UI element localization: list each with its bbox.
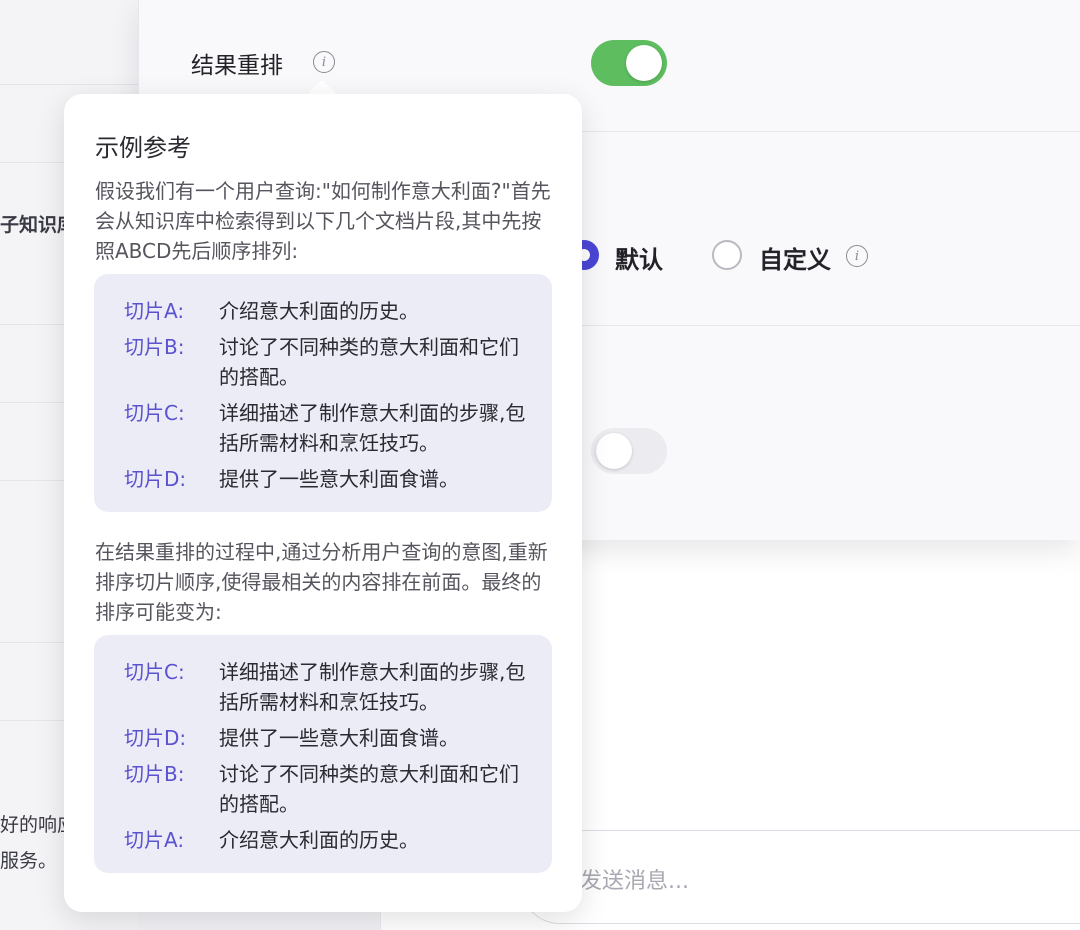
info-icon[interactable]: i [313, 51, 335, 73]
radio-custom[interactable] [712, 240, 742, 270]
secondary-toggle[interactable] [591, 428, 667, 474]
popover-intro: 假设我们有一个用户查询:"如何制作意大利面?"首先会从知识库中检索得到以下几个文… [95, 179, 551, 263]
toggle-knob [596, 433, 632, 469]
chunk-item: 切片C: 详细描述了制作意大利面的步骤,包括所需材料和烹饪技巧。 [124, 657, 532, 717]
chunk-item: 切片A: 介绍意大利面的历史。 [124, 296, 532, 326]
reranked-order-box: 切片C: 详细描述了制作意大利面的步骤,包括所需材料和烹饪技巧。 切片D: 提供… [94, 635, 552, 873]
info-icon[interactable]: i [846, 245, 868, 267]
chunk-label: 切片A: [124, 828, 185, 852]
chunk-label: 切片B: [124, 762, 185, 786]
chunk-text: 详细描述了制作意大利面的步骤,包括所需材料和烹饪技巧。 [219, 401, 526, 455]
divider [0, 84, 138, 85]
chunk-label: 切片C: [124, 660, 185, 684]
chunk-text: 介绍意大利面的历史。 [219, 828, 419, 852]
sidebar-fragment: 服务。 [0, 850, 58, 872]
chunk-text: 提供了一些意大利面食谱。 [219, 726, 459, 750]
chat-input-placeholder: 发送消息... [580, 869, 689, 894]
chunk-item: 切片D: 提供了一些意大利面食谱。 [124, 464, 532, 494]
chunk-text: 介绍意大利面的历史。 [219, 299, 419, 323]
chunk-label: 切片A: [124, 299, 185, 323]
chunk-item: 切片B: 讨论了不同种类的意大利面和它们的搭配。 [124, 759, 532, 819]
toggle-knob [626, 45, 662, 81]
chunk-label: 切片D: [124, 467, 187, 491]
radio-default-label[interactable]: 默认 [615, 240, 663, 275]
chunk-text: 讨论了不同种类的意大利面和它们的搭配。 [219, 762, 519, 816]
chunk-item: 切片B: 讨论了不同种类的意大利面和它们的搭配。 [124, 332, 532, 392]
chunk-item: 切片C: 详细描述了制作意大利面的步骤,包括所需材料和烹饪技巧。 [124, 398, 532, 458]
chunk-label: 切片D: [124, 726, 187, 750]
rerank-example-popover: 示例参考 假设我们有一个用户查询:"如何制作意大利面?"首先会从知识库中检索得到… [64, 94, 582, 912]
rerank-label: 结果重排 [191, 53, 283, 79]
chunk-label: 切片C: [124, 401, 185, 425]
chunk-text: 详细描述了制作意大利面的步骤,包括所需材料和烹饪技巧。 [219, 660, 526, 714]
rerank-toggle[interactable] [591, 40, 667, 86]
chunk-item: 切片D: 提供了一些意大利面食谱。 [124, 723, 532, 753]
chunk-label: 切片B: [124, 335, 185, 359]
popover-title: 示例参考 [95, 134, 191, 162]
chunk-text: 提供了一些意大利面食谱。 [219, 467, 459, 491]
original-order-box: 切片A: 介绍意大利面的历史。 切片B: 讨论了不同种类的意大利面和它们的搭配。… [94, 274, 552, 512]
chunk-text: 讨论了不同种类的意大利面和它们的搭配。 [219, 335, 519, 389]
popover-explanation: 在结果重排的过程中,通过分析用户查询的意图,重新排序切片顺序,使得最相关的内容排… [95, 540, 548, 624]
radio-custom-label[interactable]: 自定义 [759, 240, 831, 275]
chunk-item: 切片A: 介绍意大利面的历史。 [124, 825, 532, 855]
